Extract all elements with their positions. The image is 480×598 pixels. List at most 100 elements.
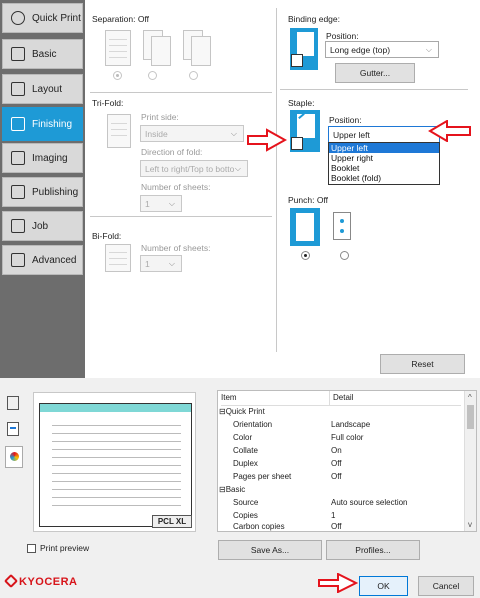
color-view-icon[interactable] [5,446,23,468]
row-item: Copies [233,511,258,520]
sidebar-item-publishing[interactable]: Publishing [2,177,83,207]
save-as-button[interactable]: Save As... [218,540,322,560]
sidebar-item-label: Layout [32,83,63,95]
annotation-arrow-left [428,120,471,142]
row-detail: 1 [331,511,336,520]
sidebar-item-finishing[interactable]: Finishing [2,107,83,141]
sidebar-item-label: Publishing [32,186,79,198]
trifold-label: Tri-Fold: [92,98,124,108]
print-preview-checkbox[interactable] [27,544,36,553]
divider [90,216,272,217]
chevron-down-icon: ⌵ [234,164,241,173]
job-icon [11,219,25,233]
gutter-button[interactable]: Gutter... [335,63,415,83]
divider [90,92,272,93]
separation-job-radio[interactable] [189,71,198,80]
page-view-icon[interactable] [7,422,19,436]
image-icon [11,151,25,165]
bifold-sheets-select[interactable]: 1 ⌵ [140,255,182,272]
publishing-icon [11,185,25,199]
table-header: Item Detail [221,393,461,406]
separation-label: Separation: Off [92,14,149,24]
finishing-icon [11,117,25,131]
table-row: Carbon copies Off [233,522,473,531]
sidebar-item-label: Advanced [32,254,77,266]
chevron-down-icon: ⌵ [230,129,237,138]
trifold-sheets-select[interactable]: 1 ⌵ [140,195,182,212]
printer-view-icon[interactable] [7,396,19,410]
binding-position-select[interactable]: Long edge (top) ⌵ [325,41,439,58]
table-row: ⊟Quick Print [219,407,459,420]
punch-holes-radio[interactable] [340,251,349,260]
punch-value: Off [316,195,329,205]
staple-icon [290,110,320,152]
divider [280,89,468,90]
binding-edge-label: Binding edge: [288,14,340,24]
group-basic[interactable]: ⊟Basic [219,485,245,494]
table-row: Pages per sheet Off [233,472,473,485]
annotation-arrow-ok [318,573,358,593]
reset-button[interactable]: Reset [380,354,465,374]
sidebar-item-label: Quick Print [32,12,81,24]
staple-label: Staple: [288,98,315,108]
group-quick-print[interactable]: ⊟Quick Print [219,407,265,416]
sidebar-item-job[interactable]: Job [2,211,83,241]
pcl-xl-badge: PCL XL [152,515,192,528]
sidebar-item-quick-print[interactable]: Quick Print [2,3,83,33]
direction-of-fold-select[interactable]: Left to right/Top to botto ⌵ [140,160,248,177]
bifold-label: Bi-Fold: [92,231,122,241]
dropdown-option-booklet[interactable]: Booklet [329,163,439,173]
finishing-panel: Separation: Off Tri-Fold: Print side: In… [85,0,480,378]
sidebar-item-layout[interactable]: Layout [2,74,83,104]
separation-offset-radio[interactable] [148,71,157,80]
row-item: Collate [233,446,258,455]
dropdown-option-upper-left[interactable]: Upper left [329,143,439,153]
preview-page [39,403,192,527]
sidebar-item-label: Basic [32,48,57,60]
row-detail: Auto source selection [331,498,408,507]
table-row: Color Full color [233,433,473,446]
table-row: Duplex Off [233,459,473,472]
kyocera-logo: KYOCERA [3,573,78,589]
profiles-button[interactable]: Profiles... [326,540,420,560]
column-header-detail: Detail [333,393,354,402]
staple-position-select[interactable]: Upper left [328,126,440,143]
row-detail: Full color [331,433,364,442]
dropdown-option-upper-right[interactable]: Upper right [329,153,439,163]
row-detail: Off [331,472,342,481]
column-header-item: Item [221,393,237,402]
cancel-button[interactable]: Cancel [418,576,474,596]
sidebar-item-label: Imaging [32,152,68,164]
staple-position-value: Upper left [333,130,370,140]
separation-off-radio[interactable] [113,71,122,80]
bifold-icon [105,244,131,272]
row-item: Duplex [233,459,258,468]
table-scrollbar[interactable]: ^ v [464,391,476,531]
chevron-down-icon: ⌵ [168,199,175,208]
punch-holes-icon [333,212,351,240]
brand-name: KYOCERA [19,576,78,588]
layout-grid-icon [11,82,25,96]
sidebar-item-basic[interactable]: Basic [2,39,83,69]
dropdown-option-booklet-fold[interactable]: Booklet (fold) [329,173,439,183]
row-item: Source [233,498,259,507]
sidebar-item-imaging[interactable]: Imaging [2,143,83,173]
print-preview-label: Print preview [40,543,90,553]
sidebar-item-advanced[interactable]: Advanced [2,245,83,275]
punch-off-radio[interactable] [301,251,310,260]
row-detail: Landscape [331,420,371,429]
preview-view-tabs [5,392,25,482]
separation-value: Off [137,14,150,24]
chevron-down-icon: ⌵ [425,45,432,54]
separation-offset-icon-2 [151,36,171,66]
print-side-label: Print side: [141,112,179,122]
punch-label-text: Punch: [288,195,315,205]
column-divider [276,8,277,352]
binding-position-value: Long edge (top) [330,45,391,55]
ok-button[interactable]: OK [359,576,408,596]
print-side-select[interactable]: Inside ⌵ [140,125,244,142]
document-icon [11,47,25,61]
clock-icon [11,11,25,25]
print-preview-frame: PCL XL [33,392,196,532]
sidebar-item-label: Finishing [32,118,73,130]
